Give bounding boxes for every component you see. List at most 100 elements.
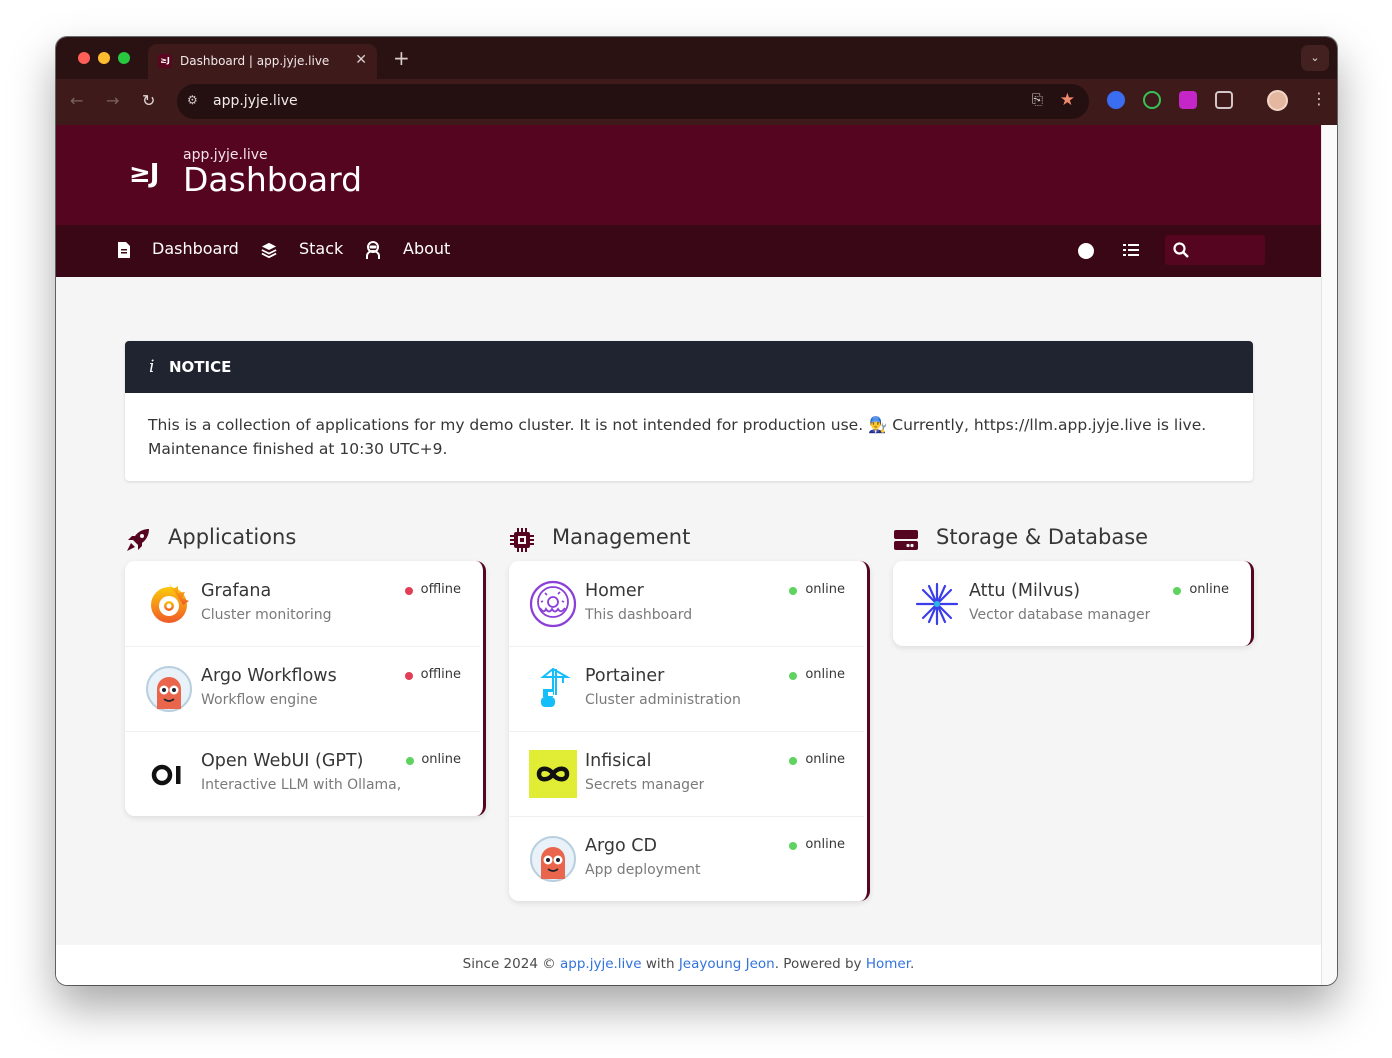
infisical-logo-icon bbox=[529, 750, 577, 798]
group-header: Applications bbox=[125, 525, 486, 561]
card-divider bbox=[509, 731, 864, 732]
service-subtitle: Vector database manager bbox=[969, 607, 1151, 623]
tab-close-icon[interactable]: ✕ bbox=[355, 52, 367, 68]
tab-title: Dashboard | app.jyje.live bbox=[180, 54, 330, 68]
footer-suffix: . bbox=[910, 956, 915, 972]
reload-icon[interactable]: ↻ bbox=[142, 91, 155, 110]
address-bar[interactable]: ⚙ app.jyje.live ⎘ ★ bbox=[177, 84, 1089, 119]
rocket-icon bbox=[127, 529, 149, 551]
search-icon bbox=[1173, 242, 1189, 258]
service-card-argo-workflows[interactable]: Argo Workflows Workflow engine offline bbox=[125, 646, 486, 731]
argo-logo-icon bbox=[146, 666, 192, 712]
status-badge: online bbox=[805, 582, 845, 597]
status-offline-icon bbox=[405, 587, 413, 595]
extension-gear-icon[interactable] bbox=[1143, 91, 1161, 109]
menu-icon[interactable]: ⋮ bbox=[1311, 89, 1327, 108]
browser-window: ≥J Dashboard | app.jyje.live ✕ + ⌄ ← → ↻… bbox=[56, 37, 1337, 985]
service-card-attu[interactable]: Attu (Milvus) Vector database manager on… bbox=[893, 561, 1254, 646]
group-header: Storage & Database bbox=[893, 525, 1254, 561]
service-subtitle: Workflow engine bbox=[201, 692, 318, 708]
status-online-icon bbox=[789, 842, 797, 850]
card-divider bbox=[509, 816, 864, 817]
portainer-crane-icon bbox=[540, 667, 571, 707]
extension-shield-icon[interactable] bbox=[1107, 91, 1125, 109]
card-divider bbox=[125, 731, 480, 732]
service-card-portainer[interactable]: Portainer Cluster administration online bbox=[509, 646, 870, 731]
argo-logo-icon bbox=[530, 836, 576, 882]
footer-powered: . Powered by bbox=[774, 956, 866, 972]
status-offline-icon bbox=[405, 672, 413, 680]
tab-bar: ≥J Dashboard | app.jyje.live ✕ + ⌄ bbox=[56, 37, 1337, 79]
footer-site-link[interactable]: app.jyje.live bbox=[560, 956, 642, 972]
site-logo[interactable]: ≥J bbox=[129, 159, 159, 189]
service-name: Infisical bbox=[585, 751, 652, 771]
service-name: Portainer bbox=[585, 666, 665, 686]
homer-donut-icon bbox=[529, 580, 577, 628]
bookmark-star-icon[interactable]: ★ bbox=[1060, 90, 1075, 110]
info-icon: i bbox=[149, 357, 155, 377]
tab-search-button[interactable]: ⌄ bbox=[1301, 45, 1329, 71]
page-scrollbar[interactable] bbox=[1321, 125, 1337, 985]
service-name: Argo Workflows bbox=[201, 666, 337, 686]
maximize-window-button[interactable] bbox=[118, 52, 130, 64]
attu-star-icon bbox=[915, 582, 959, 626]
nav-about[interactable]: About bbox=[403, 239, 450, 258]
service-subtitle: Cluster administration bbox=[585, 692, 741, 708]
service-subtitle: Interactive LLM with Ollama, ... bbox=[201, 777, 406, 793]
status-online-icon bbox=[789, 587, 797, 595]
notice-body: This is a collection of applications for… bbox=[148, 416, 1207, 458]
card-divider bbox=[125, 646, 480, 647]
browser-toolbar: ← → ↻ ⚙ app.jyje.live ⎘ ★ ⋮ bbox=[56, 79, 1337, 125]
extensions-puzzle-icon[interactable] bbox=[1215, 91, 1233, 109]
group-management: Management Homer This dashboard online P… bbox=[509, 525, 870, 901]
nav-stack[interactable]: Stack bbox=[299, 239, 343, 258]
nav-dashboard[interactable]: Dashboard bbox=[152, 239, 239, 258]
extension-download-icon[interactable] bbox=[1179, 91, 1197, 109]
service-card-grafana[interactable]: Grafana Cluster monitoring offline bbox=[125, 561, 486, 646]
service-card-argo-cd[interactable]: Argo CD App deployment online bbox=[509, 816, 870, 901]
url-text[interactable]: app.jyje.live bbox=[213, 93, 298, 109]
grafana-logo-icon bbox=[151, 583, 189, 623]
navbar: Dashboard Stack About bbox=[56, 225, 1321, 277]
service-card-infisical[interactable]: Infisical Secrets manager online bbox=[509, 731, 870, 816]
status-badge: online bbox=[805, 752, 845, 767]
minimize-window-button[interactable] bbox=[98, 52, 110, 64]
footer-author-link[interactable]: Jeayoung Jeon bbox=[679, 956, 775, 972]
service-subtitle: Secrets manager bbox=[585, 777, 705, 793]
theme-toggle-icon[interactable] bbox=[1078, 243, 1094, 259]
status-online-icon bbox=[789, 672, 797, 680]
status-online-icon bbox=[1173, 587, 1181, 595]
service-subtitle: Cluster monitoring bbox=[201, 607, 332, 623]
search-input[interactable] bbox=[1165, 235, 1265, 265]
page-content: ≥J app.jyje.live Dashboard Dashboard Sta… bbox=[56, 125, 1321, 985]
status-badge: online bbox=[421, 752, 461, 767]
card-divider bbox=[509, 646, 864, 647]
service-card-homer[interactable]: Homer This dashboard online bbox=[509, 561, 870, 646]
service-name: Argo CD bbox=[585, 836, 657, 856]
status-badge: offline bbox=[420, 667, 461, 682]
forward-icon[interactable]: → bbox=[106, 91, 119, 110]
notice-header: i NOTICE bbox=[125, 341, 1253, 393]
new-tab-button[interactable]: + bbox=[393, 46, 410, 70]
chip-icon bbox=[510, 528, 534, 552]
group-title: Management bbox=[552, 525, 691, 549]
back-icon[interactable]: ← bbox=[70, 91, 83, 110]
list-layout-icon[interactable] bbox=[1123, 242, 1139, 258]
service-name: Grafana bbox=[201, 581, 272, 601]
group-applications: Applications Grafana Cluster monitoring … bbox=[125, 525, 486, 816]
footer-prefix: Since 2024 © bbox=[462, 956, 560, 972]
server-icon bbox=[894, 530, 918, 550]
status-badge: online bbox=[805, 667, 845, 682]
profile-avatar[interactable] bbox=[1267, 90, 1288, 111]
group-title: Applications bbox=[168, 525, 297, 549]
service-card-open-webui[interactable]: Open WebUI (GPT) Interactive LLM with Ol… bbox=[125, 731, 486, 816]
footer-homer-link[interactable]: Homer bbox=[866, 956, 910, 972]
status-online-icon bbox=[406, 757, 414, 765]
close-window-button[interactable] bbox=[78, 52, 90, 64]
install-icon[interactable]: ⎘ bbox=[1032, 92, 1043, 108]
browser-tab[interactable]: ≥J Dashboard | app.jyje.live ✕ bbox=[148, 44, 377, 79]
service-subtitle: This dashboard bbox=[585, 607, 693, 623]
status-badge: offline bbox=[420, 582, 461, 597]
group-header: Management bbox=[509, 525, 870, 561]
site-settings-icon[interactable]: ⚙ bbox=[187, 93, 203, 109]
